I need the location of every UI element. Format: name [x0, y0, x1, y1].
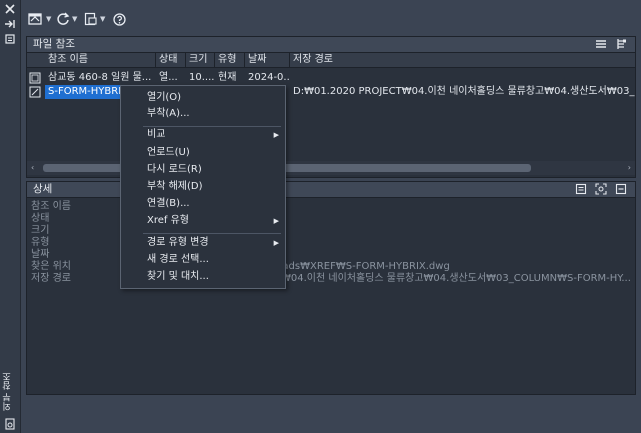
detail-value-saved-path: ₩04.이천 네이처홀딩스 물류창고₩04.생산도서₩03_COLUMN₩S-F… — [281, 273, 631, 284]
detail-label-status: 상태 — [31, 213, 50, 224]
cell-size: 10.... — [189, 72, 215, 83]
panel-title: 상세 — [33, 183, 53, 195]
menu-item-unload[interactable]: 언로드(U) — [121, 145, 285, 161]
detail-label-type: 유형 — [31, 237, 50, 248]
attach-dwg-icon — [28, 13, 42, 25]
col-size[interactable]: 크기 — [186, 53, 215, 67]
attach-dwg-button[interactable]: ▼ — [28, 10, 51, 28]
chevron-down-icon: ▼ — [100, 15, 106, 23]
path-icon — [84, 12, 97, 26]
column-header: 참조 이름 상태 크기 유형 날짜 저장 경로 — [27, 53, 635, 68]
refresh-button[interactable]: ▼ — [56, 10, 77, 28]
scrollbar-thumb[interactable] — [43, 164, 531, 172]
details-view-icon[interactable] — [575, 183, 587, 200]
properties-icon[interactable] — [4, 33, 16, 45]
menu-item-change-path-type[interactable]: 경로 유형 변경 ▶ — [121, 235, 285, 251]
scroll-right-icon[interactable]: › — [628, 163, 631, 172]
details-panel: 상세 참조 이름 상태 크기 유형 날짜 찾은 위치 저장 경로 wnloads… — [26, 181, 636, 395]
menu-item-attach[interactable]: 부착(A)... — [121, 106, 285, 122]
detail-label-size: 크기 — [31, 225, 50, 236]
col-saved-path[interactable]: 저장 경로 — [290, 53, 635, 67]
menu-item-bind[interactable]: 연결(B)... — [121, 196, 285, 212]
detail-label-found-at: 찾은 위치 — [31, 261, 71, 272]
change-path-button[interactable]: ▼ — [84, 10, 105, 28]
detail-label-saved-path: 저장 경로 — [31, 273, 71, 284]
col-type[interactable]: 유형 — [215, 53, 245, 67]
menu-item-select-new-path[interactable]: 새 경로 선택... — [121, 252, 285, 268]
menu-item-reload[interactable]: 다시 로드(R) — [121, 162, 285, 178]
preview-icon[interactable] — [595, 183, 607, 200]
menu-item-compare[interactable]: 비교 ▶ — [121, 127, 285, 143]
cell-status: 열... — [159, 72, 178, 83]
cell-type: 현재 — [218, 72, 237, 83]
scroll-left-icon[interactable]: ‹ — [31, 163, 34, 172]
cell-saved-path: D:₩01.2020 PROJECT₩04.이천 네이처홀딩스 물류창고₩04.… — [293, 86, 635, 97]
file-references-panel: 파일 참조 참조 이름 상태 크기 유형 날짜 저장 경로 삼교동 460-8 … — [26, 36, 636, 178]
context-menu: 열기(O) 부착(A)... 비교 ▶ 언로드(U) 다시 로드(R) 부착 해제… — [120, 85, 286, 289]
close-icon[interactable] — [4, 3, 16, 15]
col-ref-name[interactable]: 참조 이름 — [45, 53, 156, 67]
file-references-header: 파일 참조 — [27, 37, 635, 53]
submenu-arrow-icon: ▶ — [273, 131, 279, 139]
table-row[interactable]: 삼교동 460-8 일원 물... 열... 10.... 현재 2024-0.… — [27, 71, 635, 85]
col-date[interactable]: 날짜 — [245, 53, 290, 67]
xref-file-icon — [29, 86, 41, 101]
chevron-down-icon: ▼ — [72, 15, 78, 23]
xref-palette-icon — [4, 418, 16, 430]
menu-item-find-replace[interactable]: 찾기 및 대치... — [121, 269, 285, 285]
help-icon — [113, 12, 126, 26]
horizontal-scrollbar[interactable]: ‹ › — [27, 161, 635, 175]
details-header: 상세 — [27, 182, 635, 198]
detail-label-ref-name: 참조 이름 — [31, 201, 71, 212]
menu-separator — [143, 233, 281, 234]
help-button[interactable] — [113, 10, 126, 28]
palette-title: 외부 참조 — [3, 372, 13, 412]
side-strip: 외부 참조 — [0, 0, 21, 433]
refresh-icon — [57, 12, 70, 25]
menu-item-detach[interactable]: 부착 해제(D) — [121, 179, 285, 195]
collapse-icon[interactable] — [615, 183, 627, 200]
toolbar: ▼ ▼ ▼ — [21, 0, 641, 36]
cell-ref-name: 삼교동 460-8 일원 물... — [48, 72, 152, 83]
detail-value-found-at: wnloads₩XREF₩S-FORM-HYBRIX.dwg — [259, 261, 450, 272]
panel-title: 파일 참조 — [33, 38, 75, 50]
autohide-icon[interactable] — [4, 18, 16, 30]
detail-label-date: 날짜 — [31, 249, 50, 260]
table-row[interactable]: S-FORM-HYBRIX D:₩01.2020 PROJECT₩04.이천 네… — [27, 85, 635, 99]
cell-date: 2024-0... — [248, 72, 290, 83]
menu-item-xref-type[interactable]: Xref 유형 ▶ — [121, 213, 285, 229]
menu-item-open[interactable]: 열기(O) — [121, 90, 285, 106]
submenu-arrow-icon: ▶ — [273, 217, 279, 225]
submenu-arrow-icon: ▶ — [273, 239, 279, 247]
col-status[interactable]: 상태 — [156, 53, 186, 67]
chevron-down-icon: ▼ — [46, 15, 52, 23]
